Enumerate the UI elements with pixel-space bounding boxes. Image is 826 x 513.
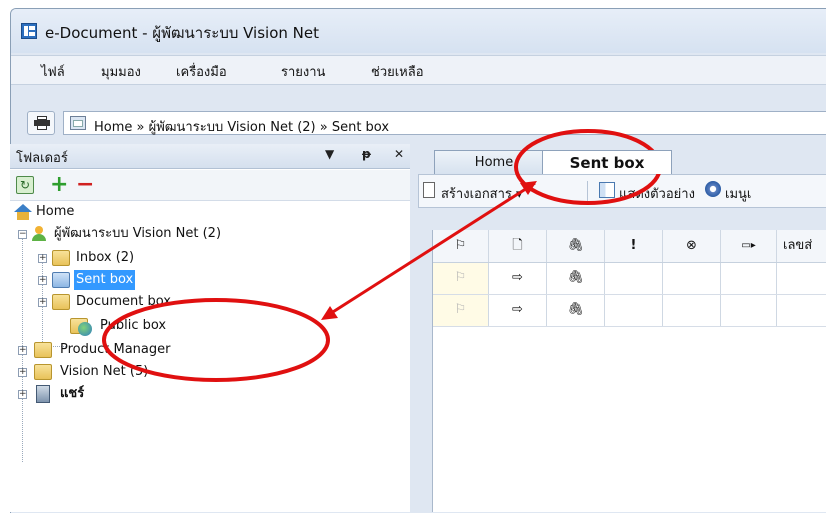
print-button[interactable] [27,111,55,135]
globe-icon [78,322,92,336]
menu-file[interactable]: ไฟล์ [41,61,65,82]
pane-dropdown-icon[interactable]: ▼ [325,147,334,161]
expand-icon[interactable]: + [18,390,27,399]
expand-icon[interactable]: + [18,368,27,377]
tree-label: Public box [100,318,167,333]
tree-label: Home [36,204,75,219]
breadcrumb-path: Home » ผู้พัฒนาระบบ Vision Net (2) » Sen… [94,120,390,135]
window-title: e-Document - ผู้พัฒนาระบบ Vision Net [45,24,319,42]
menu-view[interactable]: มุมมอง [101,61,141,82]
preview-button[interactable]: แสดงตัวอย่าง [619,183,695,204]
table-row[interactable]: ⚐ ⇨ 🖇 [433,295,826,327]
document-grid: ⚐ 🗋 🖇 ! ⊗ ▭▸ เลขส่ ⚐ ⇨ 🖇 ⚐ ⇨ 🖇 [432,230,826,512]
number-column-header[interactable]: เลขส่ [777,230,826,262]
toolbar-separator [587,181,588,201]
priority-column-header[interactable]: ! [605,230,663,262]
empty-cell [605,295,663,326]
tree-label: Product Manager [60,342,171,357]
grid-header: ⚐ 🗋 🖇 ! ⊗ ▭▸ เลขส่ [433,230,826,263]
refresh-button[interactable]: ↻ [16,176,34,194]
user-icon [32,226,50,242]
expand-icon[interactable]: + [38,276,47,285]
expand-icon[interactable]: + [38,298,47,307]
tab-home[interactable]: Home [434,150,554,174]
document-pane: Home Sent box สร้างเอกสาร ▾ แสดงตัวอย่าง… [410,144,826,512]
attachment-icon: 🖇 [547,295,605,326]
folder-view-icon [70,116,86,130]
empty-cell [721,263,777,294]
expand-icon[interactable]: + [18,346,27,355]
tab-sent-box[interactable]: Sent box [542,150,672,174]
tree-label: Vision Net (5) [60,364,149,379]
tree-label: Inbox (2) [76,250,135,265]
empty-cell [605,263,663,294]
document-toolbar: สร้างเอกสาร ▾ แสดงตัวอย่าง เมนูเ [418,174,826,208]
folder-icon [34,364,52,380]
empty-cell [721,295,777,326]
tree-label-selected: Sent box [74,270,136,290]
document-column-header[interactable]: 🗋 [489,230,547,262]
empty-cell [663,295,721,326]
tree-label: แชร์ [60,386,85,401]
sent-document-icon: ⇨ [489,263,547,294]
folder-icon [34,342,52,358]
folder-tree: Home − ผู้พัฒนาระบบ Vision Net (2) + Inb… [10,202,418,512]
attachment-column-header[interactable]: 🖇 [547,230,605,262]
document-folder-icon [52,294,70,310]
create-document-button[interactable]: สร้างเอกสาร ▾ [441,183,523,204]
menu-bar: ไฟล์ มุมมอง เครื่องมือ รายงาน ช่วยเหลือ [11,55,826,85]
server-icon [36,385,50,403]
attachment-icon: 🖇 [547,263,605,294]
flag-icon[interactable]: ⚐ [433,263,489,294]
app-icon [21,23,37,39]
folder-toolbar: ↻ + − [10,170,418,201]
gear-icon [705,181,721,197]
collapse-icon[interactable]: − [18,230,27,239]
close-icon[interactable]: ✕ [394,147,404,161]
flag-column-header[interactable]: ⚐ [433,230,489,262]
home-icon [14,204,32,220]
menu-report[interactable]: รายงาน [281,61,325,82]
preview-icon [599,182,615,198]
remove-folder-button[interactable]: − [76,172,94,197]
tree-label: ผู้พัฒนาระบบ Vision Net (2) [54,226,222,241]
add-folder-button[interactable]: + [50,172,68,197]
new-document-icon [423,182,435,198]
title-bar: e-Document - ผู้พัฒนาระบบ Vision Net [11,9,826,53]
sent-document-icon: ⇨ [489,295,547,326]
menu-help[interactable]: ช่วยเหลือ [371,61,424,82]
sentbox-folder-icon [52,272,70,288]
menu-button[interactable]: เมนูเ [725,183,751,204]
breadcrumb[interactable]: Home » ผู้พัฒนาระบบ Vision Net (2) » Sen… [63,111,826,135]
folder-pane-title: โฟลเดอร์ [16,151,68,166]
pin-icon[interactable]: ᵽ [362,147,371,161]
flag-icon[interactable]: ⚐ [433,295,489,326]
table-row[interactable]: ⚐ ⇨ 🖇 [433,263,826,295]
menu-tools[interactable]: เครื่องมือ [176,61,227,82]
cancel-column-header[interactable]: ⊗ [663,230,721,262]
tree-label: Document box [76,294,171,309]
type-column-header[interactable]: ▭▸ [721,230,777,262]
empty-cell [663,263,721,294]
folder-pane-header: โฟลเดอร์ ▼ ᵽ ✕ [10,144,418,169]
folder-pane: โฟลเดอร์ ▼ ᵽ ✕ ↻ + − Home − ผู้พัฒนาระบบ… [10,144,419,512]
expand-icon[interactable]: + [38,254,47,263]
printer-icon [34,116,50,130]
inbox-folder-icon [52,250,70,266]
